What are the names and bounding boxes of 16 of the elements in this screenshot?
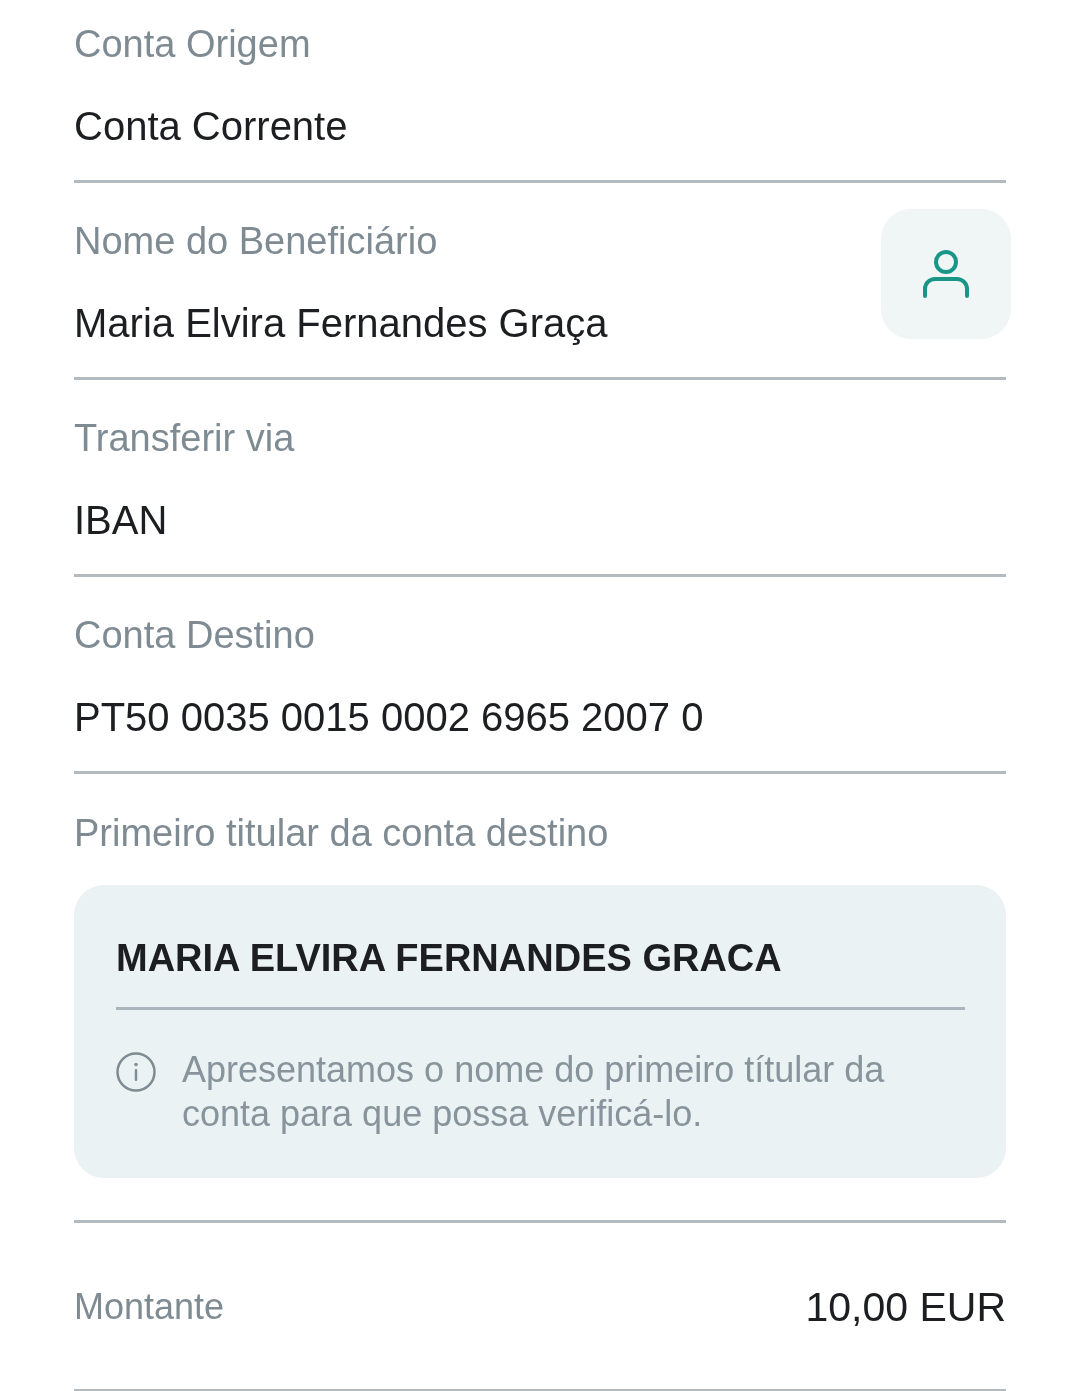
amount-value: 10,00 EUR bbox=[805, 1283, 1006, 1331]
field-value: PT50 0035 0015 0002 6965 2007 0 bbox=[74, 694, 704, 741]
field-value: Maria Elvira Fernandes Graça bbox=[74, 300, 608, 347]
info-icon bbox=[116, 1052, 156, 1092]
field-label: Primeiro titular da conta destino bbox=[74, 811, 609, 856]
field-value: Conta Corrente bbox=[74, 103, 348, 150]
field-label: Conta Origem bbox=[74, 22, 311, 67]
amount-label: Montante bbox=[74, 1285, 225, 1329]
contact-button[interactable] bbox=[881, 209, 1011, 339]
field-label: Nome do Beneficiário bbox=[74, 219, 438, 264]
person-icon bbox=[922, 249, 970, 299]
field-label: Transferir via bbox=[74, 416, 295, 461]
info-text: Apresentamos o nome do primeiro títular da conta para que possa verificá-lo. bbox=[182, 1048, 886, 1136]
holder-name: MARIA ELVIRA FERNANDES GRACA bbox=[116, 936, 782, 981]
field-value: IBAN bbox=[74, 497, 168, 544]
field-label: Conta Destino bbox=[74, 613, 315, 658]
